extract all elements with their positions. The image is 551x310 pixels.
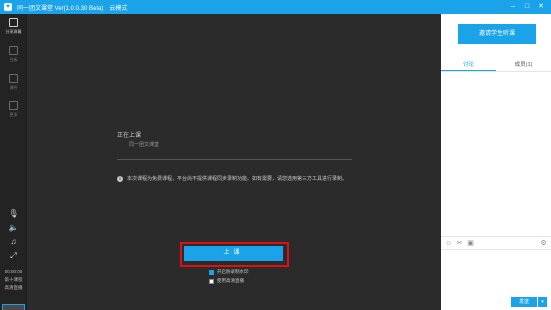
checkbox-label: 开启防录制水印 [217, 269, 249, 274]
side-panel: 邀请学生听课 讨论 成员(1) ☺ ✂ ▣ ⚙ 发送 ▾ [441, 14, 551, 310]
speaker-icon[interactable]: 🔈 [0, 223, 27, 232]
recording-notice: i 本次课程为免费课程，平台尚不提供课程同步录制功能。如有需要，请您选用第三方工… [117, 175, 357, 184]
window-title: 同一团文课堂 Ver(1.0.0.30 Beta) [17, 5, 104, 12]
scissors-icon[interactable]: ✂ [456, 240, 463, 247]
app-window: ✦ 同一团文课堂 Ver(1.0.0.30 Beta) 云模式 – □ ✕ 分享… [0, 0, 551, 310]
notice-text: 本次课程为免费课程，平台尚不提供课程同步录制功能。如有需要，请您选用第三方工具进… [127, 176, 348, 182]
whiteboard-icon [9, 46, 18, 55]
hd-live-checkbox[interactable]: 使用高清直播 [209, 278, 244, 284]
tab-members[interactable]: 成员(1) [496, 59, 551, 71]
teacher-label: 第十课程 [4, 277, 23, 282]
rail-item-whiteboard[interactable]: 白板 [0, 46, 27, 63]
close-icon[interactable]: ✕ [537, 3, 545, 11]
gear-icon[interactable]: ⚙ [540, 240, 547, 247]
image-icon[interactable]: ▣ [467, 240, 474, 247]
info-icon: i [117, 176, 123, 182]
courseware-icon [9, 74, 18, 83]
microphone-icon[interactable]: 🎙 [0, 209, 27, 218]
invite-students-button[interactable]: 邀请学生听课 [458, 24, 536, 44]
tab-discussion[interactable]: 讨论 [441, 59, 496, 71]
rail-item-label: 分享屏幕 [5, 29, 22, 34]
music-icon[interactable]: ♫ [0, 237, 27, 246]
start-class-button[interactable]: 上课 [184, 246, 283, 261]
minimize-icon[interactable]: – [509, 3, 517, 11]
class-status: 正在上课 [117, 133, 142, 139]
timer: 00:00:00 [4, 269, 23, 274]
divider [117, 159, 352, 160]
rail-item-label: 课件 [9, 85, 18, 90]
rail-item-label: 白板 [9, 57, 18, 62]
rail-item-courseware[interactable]: 课件 [0, 74, 27, 91]
send-options-chevron-down-icon[interactable]: ▾ [538, 297, 547, 307]
classroom-stage: 正在上课 同一团文课堂 i 本次课程为免费课程，平台尚不提供课程同步录制功能。如… [27, 14, 441, 310]
checkbox-unchecked[interactable] [209, 278, 214, 284]
rail-item-label: 更多 [9, 112, 18, 117]
course-name: 同一团文课堂 [129, 142, 160, 148]
status-label: 高清直播 [4, 285, 23, 290]
watermark-checkbox[interactable]: 开启防录制水印 [209, 269, 249, 275]
rail-item-share-screen[interactable]: 分享屏幕 [0, 18, 27, 35]
chat-toolbar: ☺ ✂ ▣ ⚙ [441, 236, 551, 250]
share-screen-icon [9, 18, 18, 27]
more-icon [9, 101, 18, 110]
send-button[interactable]: 发送 [511, 297, 537, 307]
left-toolbar: 分享屏幕 白板 课件 更多 🎙 🔈 ♫ ⤢ 00:00:00 第十课程 高清直播 [0, 14, 27, 310]
checkbox-checked[interactable] [209, 269, 214, 275]
app-logo-icon: ✦ [4, 3, 12, 11]
restore-icon[interactable]: □ [523, 3, 531, 11]
checkbox-label: 使用高清直播 [217, 278, 244, 283]
emoji-icon[interactable]: ☺ [445, 240, 452, 247]
title-bar: ✦ 同一团文课堂 Ver(1.0.0.30 Beta) 云模式 – □ ✕ [0, 0, 551, 14]
rail-item-more[interactable]: 更多 [0, 101, 27, 118]
panel-tabs: 讨论 成员(1) [441, 59, 551, 72]
fullscreen-icon[interactable]: ⤢ [0, 251, 27, 260]
camera-thumbnail[interactable] [2, 304, 25, 310]
mode-label: 云模式 [109, 5, 128, 12]
